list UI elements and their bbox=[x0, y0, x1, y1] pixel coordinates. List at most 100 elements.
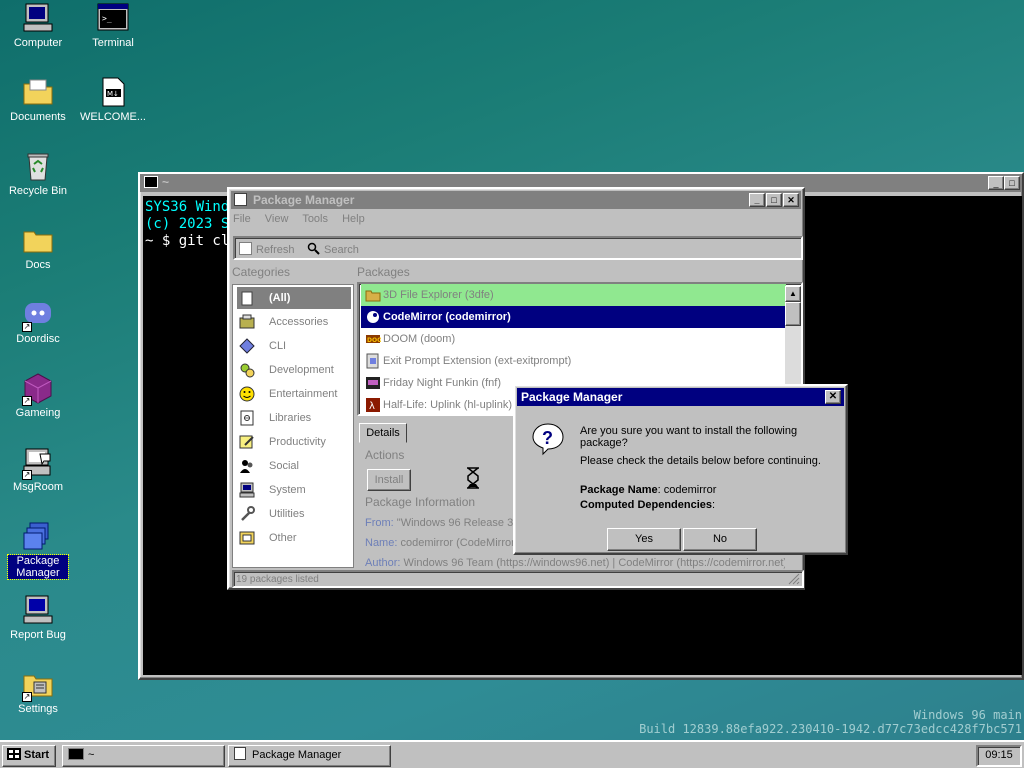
start-button[interactable]: Start bbox=[2, 745, 56, 767]
category-libraries[interactable]: Libraries bbox=[237, 407, 351, 429]
scrollbar-thumb[interactable] bbox=[785, 302, 801, 326]
minimize-button[interactable]: _ bbox=[988, 176, 1004, 190]
taskbar: Start ~ Package Manager 09:15 bbox=[0, 740, 1024, 768]
dialog-title: Package Manager bbox=[521, 390, 623, 404]
dialog-note: Please check the details below before co… bbox=[580, 455, 821, 467]
info-from-key: From: bbox=[365, 517, 394, 529]
taskbar-item-terminal[interactable]: ~ bbox=[62, 745, 225, 767]
dialog-question: Are you sure you want to install the fol… bbox=[580, 425, 798, 449]
taskbar-item-label: Package Manager bbox=[252, 749, 342, 761]
desktop-icon-package-manager[interactable]: Package Manager bbox=[0, 520, 76, 580]
desktop-icon-computer[interactable]: Computer bbox=[0, 2, 76, 49]
question-icon: ? bbox=[531, 422, 565, 456]
taskbar-item-package-manager[interactable]: Package Manager bbox=[228, 745, 391, 767]
desktop-icon-gameing[interactable]: ↗ Gameing bbox=[0, 372, 76, 419]
category-utilities[interactable]: Utilities bbox=[237, 503, 351, 525]
menu-tools[interactable]: Tools bbox=[302, 213, 328, 225]
start-logo-icon bbox=[7, 748, 21, 760]
terminal-icon: >_ bbox=[97, 2, 129, 34]
install-confirm-dialog[interactable]: Package Manager ✕ ? Are you sure you wan… bbox=[513, 384, 848, 555]
half-life-icon: λ bbox=[365, 397, 381, 413]
close-button[interactable]: ✕ bbox=[783, 193, 799, 207]
desktop-icon-terminal[interactable]: >_ Terminal bbox=[75, 2, 151, 49]
category-accessories[interactable]: Accessories bbox=[237, 311, 351, 333]
category-label: Libraries bbox=[269, 412, 312, 424]
actions-label: Actions bbox=[365, 448, 405, 462]
package-name-row: Package Name: codemirror bbox=[580, 484, 716, 496]
fnf-icon bbox=[365, 375, 381, 391]
watermark-line-2: Build 12839.88efa922.230410-1942.d77c73e… bbox=[639, 722, 1022, 736]
package-row-codemirror[interactable]: CodeMirror (codemirror) bbox=[361, 306, 786, 328]
category-cli[interactable]: CLI bbox=[237, 335, 351, 357]
minimize-button[interactable]: _ bbox=[749, 193, 765, 207]
menu-help[interactable]: Help bbox=[342, 213, 365, 225]
info-name-row: Name: codemirror (CodeMirror) bbox=[365, 537, 518, 549]
menu-file[interactable]: File bbox=[233, 213, 251, 225]
report-bug-icon bbox=[22, 594, 54, 626]
folder-icon bbox=[22, 224, 54, 256]
system-tray-clock[interactable]: 09:15 bbox=[976, 745, 1022, 767]
svg-text:>_: >_ bbox=[102, 14, 112, 23]
install-button[interactable]: Install bbox=[367, 469, 411, 491]
category-entertainment[interactable]: Entertainment bbox=[237, 383, 351, 405]
desktop-icon-settings[interactable]: ↗ Settings bbox=[0, 668, 76, 715]
category-productivity[interactable]: Productivity bbox=[237, 431, 351, 453]
category-label: CLI bbox=[269, 340, 287, 352]
shortcut-arrow-icon: ↗ bbox=[22, 692, 32, 702]
info-author-row: Author: Windows 96 Team (https://windows… bbox=[365, 557, 785, 570]
other-icon bbox=[239, 530, 255, 546]
categories-label: Categories bbox=[232, 265, 291, 279]
package-manager-titlebar[interactable]: Package Manager _ □ ✕ bbox=[231, 191, 801, 209]
maximize-button[interactable]: □ bbox=[766, 193, 782, 207]
msgroom-icon: ↗ bbox=[22, 446, 54, 480]
no-button[interactable]: No bbox=[683, 528, 757, 551]
category-system[interactable]: System bbox=[237, 479, 351, 501]
categories-list[interactable]: (All) Accessories CLI Development Entert… bbox=[232, 284, 354, 568]
status-bar: 19 packages listed bbox=[232, 570, 804, 588]
menu-view[interactable]: View bbox=[265, 213, 289, 225]
info-name-key: Name: bbox=[365, 537, 398, 549]
maximize-button[interactable]: □ bbox=[1004, 176, 1020, 190]
close-button[interactable]: ✕ bbox=[825, 390, 841, 404]
desktop-icon-label: Documents bbox=[10, 111, 66, 123]
desktop-icon-docs[interactable]: Docs bbox=[0, 224, 76, 271]
category-other[interactable]: Other bbox=[237, 527, 351, 549]
desktop-icon-welcome[interactable]: M↓ WELCOME... bbox=[75, 76, 151, 123]
package-row-doom[interactable]: DOOM DOOM (doom) bbox=[361, 328, 786, 350]
package-label: DOOM (doom) bbox=[383, 333, 456, 345]
desktop-icon-label: WELCOME... bbox=[79, 111, 146, 123]
package-manager-title-icon bbox=[234, 193, 247, 206]
dialog-titlebar[interactable]: Package Manager ✕ bbox=[517, 388, 844, 406]
info-name-value: codemirror (CodeMirror) bbox=[400, 537, 519, 549]
terminal-title: ~ bbox=[162, 175, 170, 189]
package-row-3dfe[interactable]: 3D File Explorer (3dfe) bbox=[361, 284, 786, 306]
desktop-icon-doordisc[interactable]: ↗ Doordisc bbox=[0, 298, 76, 345]
category-label: Other bbox=[269, 532, 297, 544]
desktop-icon-documents[interactable]: Documents bbox=[0, 76, 76, 123]
scroll-up-button[interactable]: ▲ bbox=[785, 286, 801, 302]
discord-icon: ↗ bbox=[22, 298, 54, 332]
package-row-exit-prompt[interactable]: Exit Prompt Extension (ext-exitprompt) bbox=[361, 350, 786, 372]
entertainment-icon bbox=[239, 386, 255, 402]
category-social[interactable]: Social bbox=[237, 455, 351, 477]
category-all[interactable]: (All) bbox=[237, 287, 351, 309]
tab-details[interactable]: Details bbox=[359, 423, 407, 443]
desktop-icon-report-bug[interactable]: Report Bug bbox=[0, 594, 76, 641]
category-development[interactable]: Development bbox=[237, 359, 351, 381]
search-button[interactable]: Search bbox=[307, 242, 359, 256]
desktop-icon-recycle-bin[interactable]: Recycle Bin bbox=[0, 150, 76, 197]
desktop-icon-msgroom[interactable]: ↗ MsgRoom bbox=[0, 446, 76, 493]
cli-icon bbox=[239, 338, 255, 354]
folder-icon bbox=[22, 76, 54, 108]
category-label: Entertainment bbox=[269, 388, 338, 400]
category-label: Development bbox=[269, 364, 334, 376]
resize-grip-icon[interactable] bbox=[788, 573, 800, 585]
desktop-icon-label: Package Manager bbox=[7, 554, 69, 580]
yes-button[interactable]: Yes bbox=[607, 528, 681, 551]
refresh-button[interactable]: Refresh bbox=[239, 242, 295, 256]
package-label: Half-Life: Uplink (hl-uplink) bbox=[383, 399, 512, 411]
desktop-icon-label: Recycle Bin bbox=[8, 185, 68, 197]
system-icon bbox=[239, 482, 255, 498]
dependencies-value: : bbox=[712, 499, 716, 511]
info-author-key: Author: bbox=[365, 557, 401, 569]
